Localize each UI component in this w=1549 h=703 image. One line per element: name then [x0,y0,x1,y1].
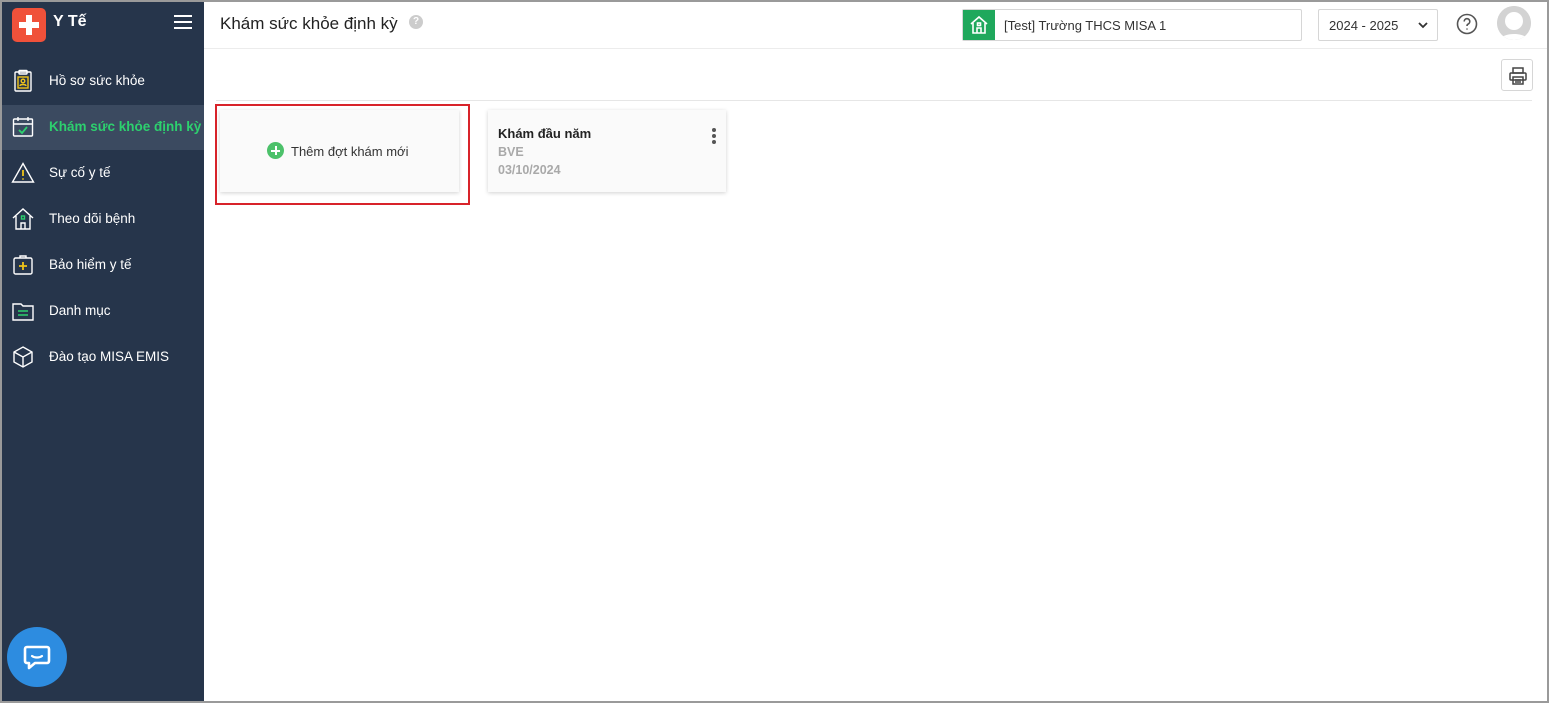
sidebar-item-theo-doi-benh[interactable]: Theo dõi bệnh [2,197,204,242]
calendar-check-icon [12,117,34,137]
exam-date: 03/10/2024 [498,163,561,177]
sidebar-item-label: Hồ sơ sức khỏe [49,73,145,88]
sidebar-item-dao-tao-misa-emis[interactable]: Đào tạo MISA EMIS [2,335,204,380]
sidebar-item-kham-suc-khoe-dinh-ky[interactable]: Khám sức khỏe định kỳ [2,105,204,150]
medical-cross-logo-icon [12,8,46,42]
clipboard-icon [14,69,32,92]
school-home-icon [963,10,995,40]
add-exam-label: Thêm đợt khám mới [291,144,409,159]
sidebar-item-ho-so-suc-khoe[interactable]: Hồ sơ sức khỏe [2,59,204,104]
top-header: Khám sức khỏe định kỳ ? [Test] Trường TH… [204,2,1547,49]
school-name: [Test] Trường THCS MISA 1 [1004,18,1167,33]
print-button[interactable] [1501,59,1533,91]
add-exam-card[interactable]: Thêm đợt khám mới [220,110,459,192]
toolbar-divider [216,100,1532,101]
sidebar-item-label: Đào tạo MISA EMIS [49,349,170,364]
sidebar: Y Tế Hồ sơ sức khỏe Khám sức khỏe định k… [2,2,204,701]
folder-icon [12,303,34,321]
school-year-value: 2024 - 2025 [1329,18,1399,33]
exam-unit: BVE [498,145,524,159]
brand: Y Tế [2,2,204,46]
medical-kit-icon [13,255,33,275]
school-selector[interactable]: [Test] Trường THCS MISA 1 [962,9,1302,41]
more-options-icon[interactable] [708,128,720,146]
user-avatar[interactable] [1497,6,1531,40]
help-icon[interactable] [1455,12,1479,36]
sidebar-nav: Hồ sơ sức khỏe Khám sức khỏe định kỳ Sự … [2,59,204,381]
title-help-icon[interactable]: ? [409,15,423,29]
chat-bubble-icon [23,645,51,670]
sidebar-item-bao-hiem-y-te[interactable]: Bảo hiểm y tế [2,243,204,288]
user-silhouette-icon [1497,6,1531,40]
printer-icon [1509,67,1527,85]
house-icon [12,208,34,230]
sidebar-item-label: Danh mục [49,303,111,318]
cube-icon [13,346,33,368]
app-name: Y Tế [53,13,87,30]
sidebar-item-danh-muc[interactable]: Danh mục [2,289,204,334]
sidebar-item-label: Theo dõi bệnh [49,211,136,226]
sidebar-item-su-co-y-te[interactable]: Sự cố y tế [2,151,204,196]
exam-card[interactable]: Khám đầu năm BVE 03/10/2024 [488,110,726,192]
chevron-down-icon [1418,22,1428,29]
chat-support-button[interactable] [7,627,67,687]
page-title: Khám sức khỏe định kỳ [220,14,398,33]
exam-title: Khám đầu năm [498,126,592,141]
warning-icon [11,162,35,183]
sidebar-item-label: Bảo hiểm y tế [49,257,132,272]
sidebar-item-label: Sự cố y tế [49,165,111,180]
menu-toggle-icon[interactable] [174,14,192,30]
plus-circle-icon [267,142,284,159]
sidebar-item-label: Khám sức khỏe định kỳ [49,119,202,134]
school-year-select[interactable]: 2024 - 2025 [1318,9,1438,41]
